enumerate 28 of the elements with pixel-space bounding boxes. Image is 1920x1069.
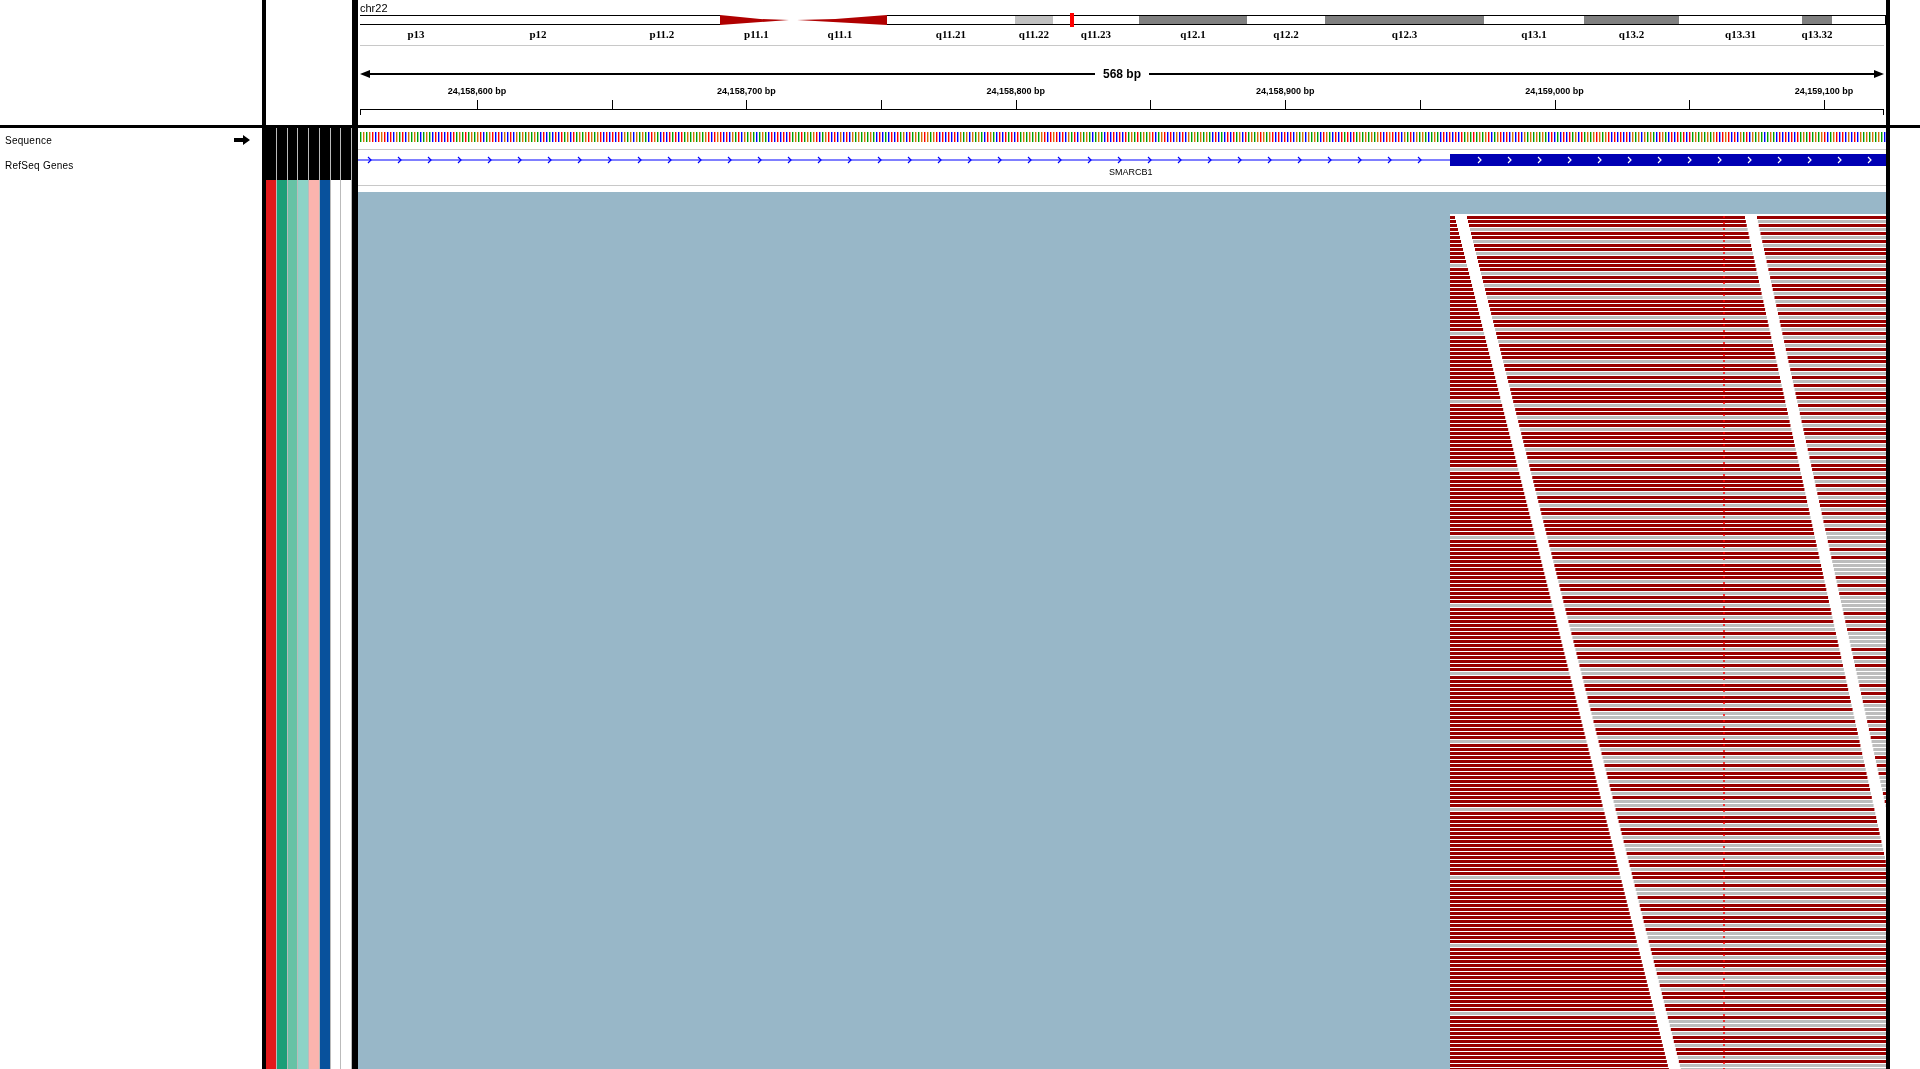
band-label: p11.1 — [744, 29, 769, 40]
band-label: q11.21 — [935, 29, 967, 40]
band-label: q12.1 — [1180, 29, 1206, 40]
band-label: q13.1 — [1521, 29, 1547, 40]
ruler-tick-label: 24,159,000 bp — [1524, 87, 1585, 96]
band-label: q12.3 — [1391, 29, 1418, 40]
band-label: q12.2 — [1273, 29, 1299, 40]
ruler-tick-label: 24,159,100 bp — [1793, 87, 1855, 96]
band-label: q11.22 — [1018, 29, 1050, 40]
band-label: p11.2 — [649, 29, 675, 40]
track-name[interactable]: Sequence — [5, 132, 53, 148]
strand-arrow-icon[interactable] — [234, 135, 250, 145]
ruler-tick-label: 24,158,900 bp — [1254, 87, 1316, 96]
ruler-tick-label: 24,158,800 bp — [985, 87, 1047, 96]
ruler-tick-label: 24,158,700 bp — [716, 87, 777, 96]
band-label: q13.2 — [1618, 29, 1645, 40]
band-label: p13 — [407, 29, 425, 40]
band-label: q13.32 — [1801, 29, 1833, 40]
ruler-tick-label: 24,158,600 bp — [446, 87, 508, 96]
band-label: p12 — [529, 29, 547, 40]
band-label: q13.31 — [1725, 29, 1756, 40]
region-span: 568 bp — [1102, 66, 1142, 83]
chromosome-name: chr22 — [360, 1, 389, 15]
band-label: q11.1 — [827, 29, 853, 40]
band-label: q11.23 — [1080, 29, 1112, 40]
track-name[interactable]: RefSeq Genes — [5, 157, 74, 173]
gene-label: SMARCB1 — [1109, 168, 1153, 177]
current-region-marker — [1070, 13, 1074, 27]
